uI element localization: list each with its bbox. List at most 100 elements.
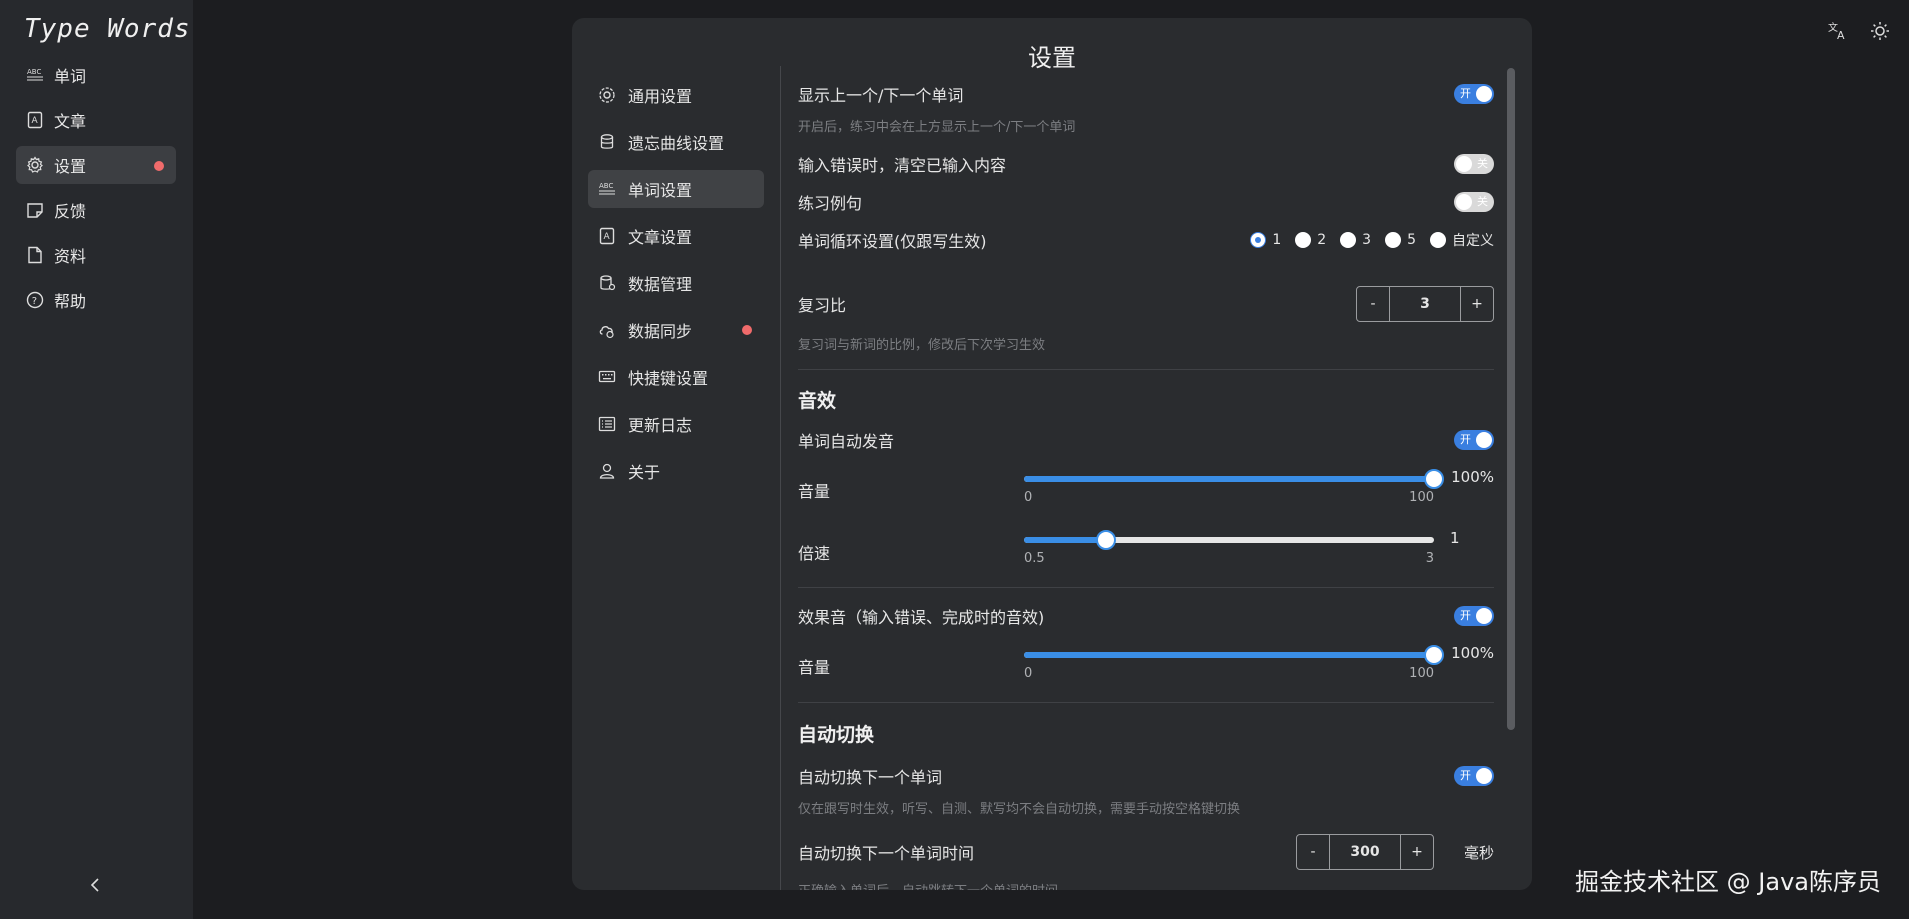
abc-icon: ABC xyxy=(598,180,616,198)
article-icon: A xyxy=(26,111,44,129)
data-icon xyxy=(598,274,616,292)
loop-radio-group: 1 2 3 5 自定义 xyxy=(1250,230,1494,250)
volume-value: 100% xyxy=(1451,468,1494,486)
menu-divider xyxy=(780,66,781,890)
setting-review-ratio: 复习比 - 3 + xyxy=(798,286,1494,322)
sidebar-item-words[interactable]: ABC 单词 xyxy=(16,56,176,94)
slider-thumb[interactable] xyxy=(1424,469,1444,489)
gear-icon xyxy=(598,86,616,104)
chevron-left-icon xyxy=(90,878,99,892)
sidebar-item-label: 文章 xyxy=(54,112,87,131)
note-icon xyxy=(26,201,44,219)
setting-hint: 开启后，练习中会在上方显示上一个/下一个单词 xyxy=(798,120,1076,135)
sidebar-item-label: 反馈 xyxy=(54,202,87,221)
svg-text:ABC: ABC xyxy=(27,68,41,76)
abc-icon: ABC xyxy=(26,66,44,84)
menu-item-article-settings[interactable]: A 文章设置 xyxy=(588,217,764,255)
menu-item-about[interactable]: 关于 xyxy=(588,452,764,490)
auto-next-time-value[interactable]: 300 xyxy=(1328,835,1401,869)
menu-item-general[interactable]: 通用设置 xyxy=(588,76,764,114)
sidebar-nav: ABC 单词 A 文章 设置 反馈 资料 ? 帮助 xyxy=(16,56,176,326)
setting-label: 自动切换下一个单词 xyxy=(798,768,943,787)
keyboard-icon xyxy=(598,368,616,386)
setting-hint: 正确输入单词后，自动跳转下一个单词的时间 xyxy=(798,880,1058,890)
clear-on-error-toggle[interactable]: 关 xyxy=(1454,154,1494,174)
settings-menu: 通用设置 遗忘曲线设置 ABC 单词设置 A 文章设置 数据管理 数据同步 快捷… xyxy=(588,76,764,499)
menu-item-word-settings[interactable]: ABC 单词设置 xyxy=(588,170,764,208)
setting-show-prev-next: 显示上一个/下一个单词 开 xyxy=(798,82,1494,106)
setting-label: 显示上一个/下一个单词 xyxy=(798,86,964,105)
loop-option-3[interactable]: 3 xyxy=(1340,232,1371,248)
sidebar-item-resources[interactable]: 资料 xyxy=(16,236,176,274)
watermark-text: 掘金技术社区 @ Java陈序员 xyxy=(1575,868,1881,896)
sidebar-item-feedback[interactable]: 反馈 xyxy=(16,191,176,229)
menu-item-data-management[interactable]: 数据管理 xyxy=(588,264,764,302)
setting-speed: 倍速 xyxy=(798,540,1494,564)
svg-text:ABC: ABC xyxy=(599,182,613,190)
loop-option-custom[interactable]: 自定义 xyxy=(1430,230,1494,250)
sidebar-item-settings[interactable]: 设置 xyxy=(16,146,176,184)
effect-sound-toggle[interactable]: 开 xyxy=(1454,606,1494,626)
setting-label: 单词循环设置(仅跟写生效) xyxy=(798,232,987,251)
menu-item-forgetting-curve[interactable]: 遗忘曲线设置 xyxy=(588,123,764,161)
review-ratio-stepper: - 3 + xyxy=(1356,286,1494,322)
menu-item-changelog[interactable]: 更新日志 xyxy=(588,405,764,443)
slider-thumb[interactable] xyxy=(1096,530,1116,550)
app-sidebar: Type Words ABC 单词 A 文章 设置 反馈 资料 ? 帮助 xyxy=(0,0,193,919)
sidebar-item-label: 帮助 xyxy=(54,292,87,311)
increment-button[interactable]: + xyxy=(1461,287,1493,321)
menu-item-data-sync[interactable]: 数据同步 xyxy=(588,311,764,349)
increment-button[interactable]: + xyxy=(1401,835,1433,869)
loop-option-2[interactable]: 2 xyxy=(1295,232,1326,248)
practice-examples-toggle[interactable]: 关 xyxy=(1454,192,1494,212)
notification-badge xyxy=(742,325,752,335)
setting-label: 复习比 xyxy=(798,296,847,315)
setting-auto-next: 自动切换下一个单词 开 xyxy=(798,764,1494,788)
top-toolbar: 文A xyxy=(1827,20,1891,42)
menu-item-label: 更新日志 xyxy=(628,416,693,435)
setting-label: 音量 xyxy=(798,658,831,677)
content-scrollbar[interactable] xyxy=(1507,68,1515,730)
section-title-sound: 音效 xyxy=(798,390,837,412)
svg-text:?: ? xyxy=(32,296,37,307)
setting-hint: 复习词与新词的比例，修改后下次学习生效 xyxy=(798,338,1046,353)
menu-item-label: 通用设置 xyxy=(628,87,693,106)
theme-sun-icon[interactable] xyxy=(1869,20,1891,42)
sidebar-item-label: 资料 xyxy=(54,247,87,266)
translate-icon[interactable]: 文A xyxy=(1827,20,1849,42)
section-title-auto-switch: 自动切换 xyxy=(798,724,875,746)
menu-item-shortcuts[interactable]: 快捷键设置 xyxy=(588,358,764,396)
sidebar-item-articles[interactable]: A 文章 xyxy=(16,101,176,139)
setting-auto-next-time: 自动切换下一个单词时间 - 300 + 毫秒 xyxy=(798,834,1494,870)
loop-option-1[interactable]: 1 xyxy=(1250,232,1281,248)
setting-practice-examples: 练习例句 关 xyxy=(798,190,1494,214)
sidebar-item-help[interactable]: ? 帮助 xyxy=(16,281,176,319)
setting-label: 练习例句 xyxy=(798,194,863,213)
auto-pronounce-toggle[interactable]: 开 xyxy=(1454,430,1494,450)
user-icon xyxy=(598,462,616,480)
review-ratio-value[interactable]: 3 xyxy=(1389,287,1461,321)
setting-hint: 仅在跟写时生效，听写、自测、默写均不会自动切换，需要手动按空格键切换 xyxy=(798,802,1241,817)
auto-next-toggle[interactable]: 开 xyxy=(1454,766,1494,786)
menu-item-label: 文章设置 xyxy=(628,228,693,247)
gear-icon xyxy=(26,156,44,174)
decrement-button[interactable]: - xyxy=(1357,287,1389,321)
section-divider xyxy=(798,369,1494,370)
slider-thumb[interactable] xyxy=(1424,645,1444,665)
article-icon: A xyxy=(598,227,616,245)
menu-item-label: 数据同步 xyxy=(628,322,693,341)
file-icon xyxy=(26,246,44,264)
setting-label: 单词自动发音 xyxy=(798,432,895,451)
collapse-sidebar-button[interactable] xyxy=(86,875,106,895)
show-prev-next-toggle[interactable]: 开 xyxy=(1454,84,1494,104)
app-logo: Type Words xyxy=(24,14,191,44)
section-divider xyxy=(798,587,1494,588)
menu-item-label: 快捷键设置 xyxy=(628,369,709,388)
decrement-button[interactable]: - xyxy=(1297,835,1329,869)
setting-label: 倍速 xyxy=(798,544,831,563)
setting-label: 输入错误时，清空已输入内容 xyxy=(798,156,1007,175)
database-icon xyxy=(598,133,616,151)
loop-option-5[interactable]: 5 xyxy=(1385,232,1416,248)
list-icon xyxy=(598,415,616,433)
cloud-sync-icon xyxy=(598,321,616,339)
